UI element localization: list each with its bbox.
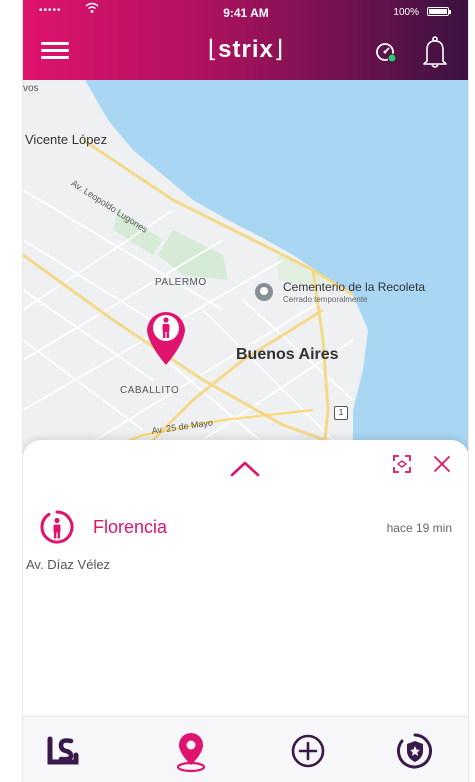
frame-border-left [22,0,23,782]
battery-icon [427,7,451,16]
bell-icon [423,36,447,68]
frame-border-right [468,0,469,782]
chevron-up-icon [230,461,260,477]
member-name[interactable]: Florencia [93,517,167,538]
map-label-cementerio: Cementerio de la Recoleta [283,280,426,294]
battery-percentage: 100% [393,7,419,18]
tab-security[interactable] [389,729,441,775]
strix-home-icon [47,736,79,765]
fit-to-screen-icon [393,455,411,473]
tab-map[interactable] [165,729,217,775]
map-label-vos: vos [23,83,39,94]
frame-margin-right [469,0,475,782]
tab-bar [23,716,469,782]
route-shield-1: 1 [334,406,348,420]
cemetery-place-icon[interactable] [255,283,273,301]
logo-text: strix [218,36,274,63]
member-detail-sheet: Florencia hace 19 min Av. Díaz Vélez [23,440,469,714]
frame-margin-left [0,0,22,782]
map-label-vicente-lopez: Vicente López [25,132,108,147]
location-pin-icon [176,733,206,773]
map-view[interactable]: vos Vicente López Av. Leopoldo Lugones P… [23,80,469,460]
app-header: ••••• 9:41 AM 100% ⌊strix⌋ [23,0,469,80]
app-logo: ⌊strix⌋ [207,36,285,63]
map-label-buenos-aires: Buenos Aires [236,346,339,363]
shield-icon [397,733,432,769]
expand-sheet-button[interactable] [227,454,263,482]
tab-add[interactable] [282,729,334,775]
map-label-palermo: PALERMO [155,277,207,288]
status-bar: ••••• 9:41 AM 100% [23,0,469,22]
map-label-caballito: CABALLITO [120,385,180,396]
speedometer-icon [376,43,397,63]
add-circle-icon [291,734,325,768]
app-screen: ••••• 9:41 AM 100% ⌊strix⌋ vos Vicente L… [0,0,475,782]
close-icon [434,456,450,472]
member-row[interactable]: Florencia hace 19 min [40,510,460,546]
map-label-cementerio-status: Cerrado temporalmente [283,295,368,304]
fit-to-screen-button[interactable] [391,453,413,475]
notifications-button[interactable] [421,35,449,69]
member-address: Av. Díaz Vélez [26,557,111,572]
close-sheet-button[interactable] [431,453,453,475]
speed-button[interactable] [375,41,397,63]
person-circle-icon [40,510,74,544]
person-pin-icon [147,311,185,365]
member-last-seen: hace 19 min [386,521,452,535]
person-location-marker[interactable] [143,305,189,367]
tab-home[interactable] [37,729,89,775]
